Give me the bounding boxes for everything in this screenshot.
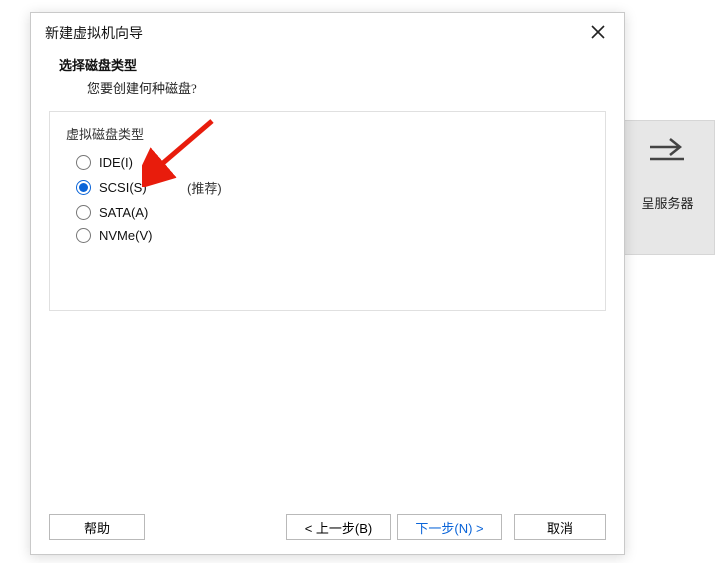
radio-label: IDE(I)	[99, 155, 169, 170]
radio-hint: (推荐)	[187, 178, 222, 197]
close-icon	[591, 25, 605, 42]
group-label: 虚拟磁盘类型	[66, 124, 589, 143]
disk-type-group: 虚拟磁盘类型 IDE(I) SCSI(S) (推荐) SATA(A) NVMe(…	[49, 111, 606, 311]
radio-option-sata[interactable]: SATA(A)	[76, 205, 589, 220]
radio-option-scsi[interactable]: SCSI(S) (推荐)	[76, 178, 589, 197]
background-panel-label: 呈服务器	[641, 193, 693, 212]
radio-scsi[interactable]	[76, 180, 91, 195]
arrow-right-icon	[648, 133, 688, 163]
radio-option-nvme[interactable]: NVMe(V)	[76, 228, 589, 243]
radio-sata[interactable]	[76, 205, 91, 220]
dialog-title: 新建虚拟机向导	[45, 23, 143, 43]
radio-label: NVMe(V)	[99, 228, 169, 243]
cancel-button[interactable]: 取消	[514, 514, 606, 540]
dialog-header: 新建虚拟机向导	[31, 13, 624, 51]
radio-label: SCSI(S)	[99, 180, 169, 195]
radio-nvme[interactable]	[76, 228, 91, 243]
dialog-footer: 帮助 < 上一步(B) 下一步(N) > 取消	[31, 504, 624, 554]
subheader-title: 选择磁盘类型	[59, 55, 600, 74]
radio-ide[interactable]	[76, 155, 91, 170]
next-button[interactable]: 下一步(N) >	[397, 514, 502, 540]
back-button[interactable]: < 上一步(B)	[286, 514, 391, 540]
subheader-description: 您要创建何种磁盘?	[59, 74, 600, 97]
background-server-panel: 呈服务器	[620, 120, 715, 255]
dialog-subheader: 选择磁盘类型 您要创建何种磁盘?	[31, 51, 624, 111]
new-vm-wizard-dialog: 新建虚拟机向导 选择磁盘类型 您要创建何种磁盘? 虚拟磁盘类型 IDE(I) S…	[30, 12, 625, 555]
help-button[interactable]: 帮助	[49, 514, 145, 540]
dialog-spacer	[31, 311, 624, 504]
close-button[interactable]	[586, 21, 610, 45]
radio-option-ide[interactable]: IDE(I)	[76, 155, 589, 170]
radio-label: SATA(A)	[99, 205, 169, 220]
